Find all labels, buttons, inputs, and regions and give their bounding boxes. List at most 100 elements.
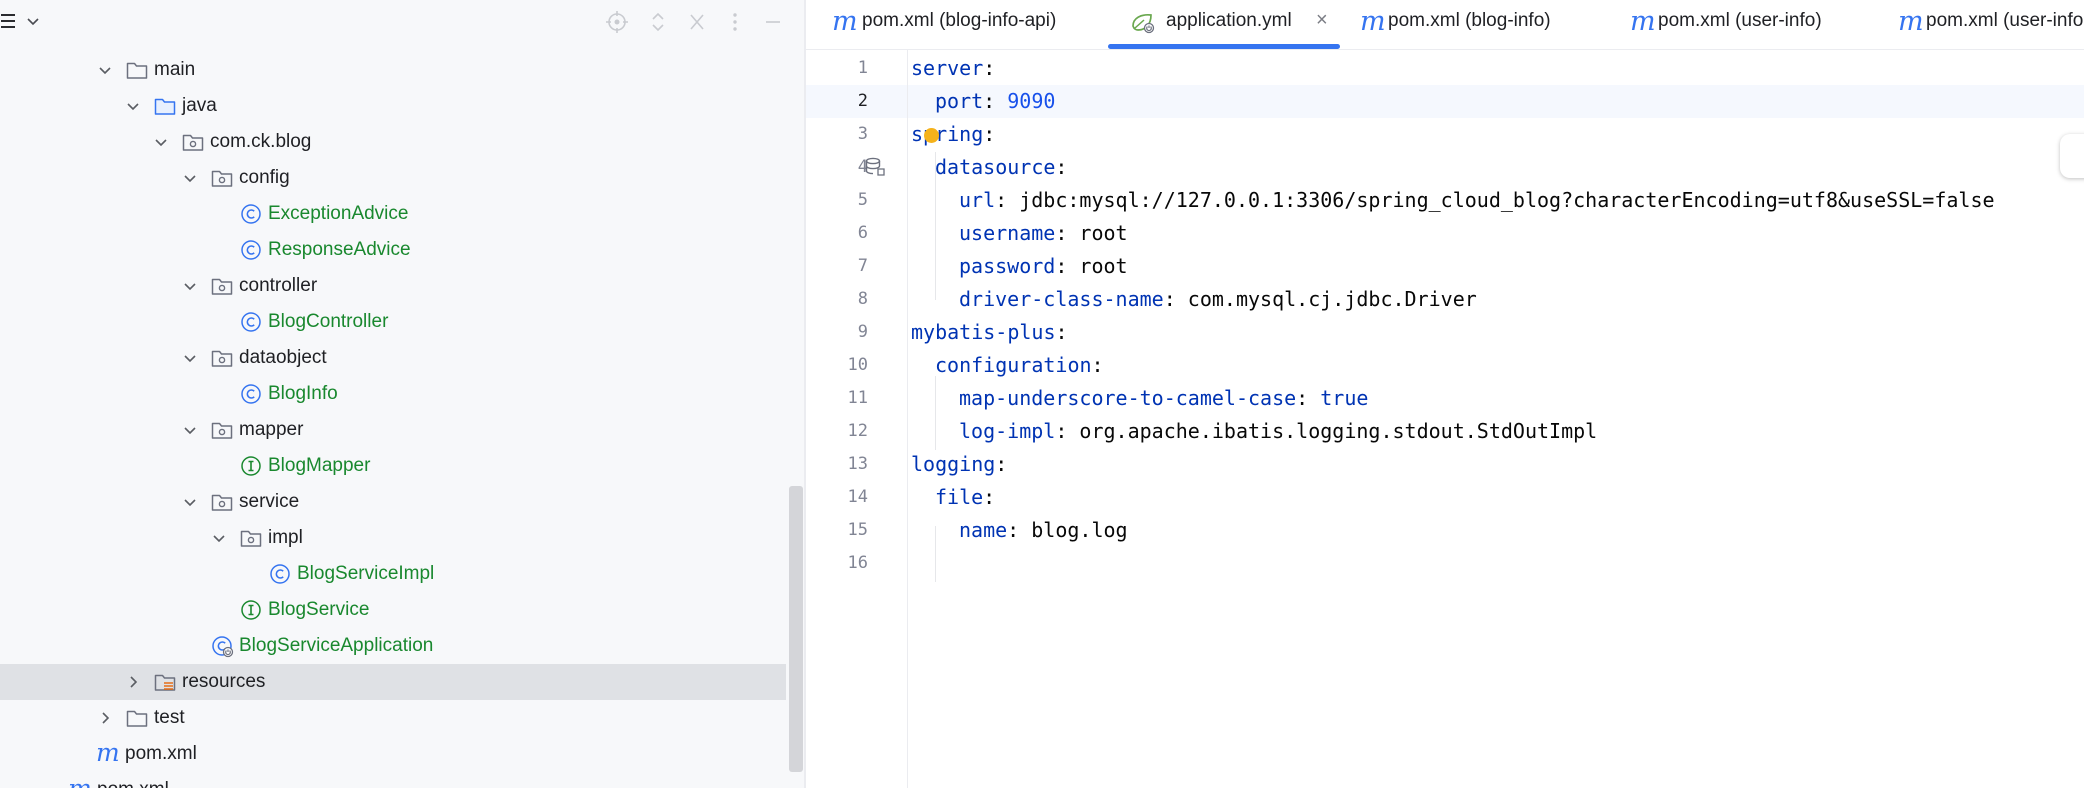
tree-row-java[interactable]: java (0, 88, 786, 124)
chevron-down-icon[interactable] (24, 12, 42, 30)
chevron-down-icon[interactable] (152, 133, 170, 151)
code-line[interactable]: port: 9090 (935, 88, 1055, 114)
project-view-icon[interactable] (0, 13, 16, 30)
tree-row-mapper[interactable]: mapper (0, 412, 786, 448)
tree-row-blogserviceimpl[interactable]: BlogServiceImpl (0, 556, 786, 592)
yaml-key: url (959, 188, 996, 212)
tree-row-main[interactable]: main (0, 52, 786, 88)
tree-row-pom-xml[interactable]: m pom.xml (0, 736, 786, 772)
line-number: 10 (847, 355, 868, 375)
code-line[interactable]: datasource: (935, 154, 1067, 180)
code-line[interactable]: file: (935, 484, 995, 510)
class-icon (239, 238, 263, 262)
tree-row-config[interactable]: config (0, 160, 786, 196)
yaml-key: spring (911, 122, 984, 146)
class-icon (268, 562, 292, 586)
tree-row-blogmapper[interactable]: BlogMapper (0, 448, 786, 484)
expand-all-icon[interactable] (645, 9, 671, 35)
tab-pom-user-info-2[interactable]: m pom.xml (user-info (1890, 0, 2084, 50)
code-line[interactable]: configuration: (935, 352, 1104, 378)
code-line[interactable]: map-underscore-to-camel-case: true (959, 385, 1368, 411)
line-number: 9 (857, 322, 868, 342)
package-icon (239, 526, 263, 550)
tree-row-test[interactable]: test (0, 700, 786, 736)
tree-row-bloginfo[interactable]: BlogInfo (0, 376, 786, 412)
active-tab-indicator (1108, 44, 1340, 49)
tab-pom-blog-info-api[interactable]: m pom.xml (blog-info-api) (824, 0, 1094, 50)
tree-item-label: BlogController (268, 311, 389, 332)
line-number: 16 (847, 553, 868, 573)
locate-file-icon[interactable] (604, 9, 630, 35)
maven-file-icon: m (1898, 6, 1924, 37)
chevron-down-icon[interactable] (181, 493, 199, 511)
chevron-down-icon[interactable] (181, 421, 199, 439)
code-line[interactable]: driver-class-name: com.mysql.cj.jdbc.Dri… (959, 286, 1477, 312)
intention-bulb-icon[interactable] (924, 128, 939, 143)
chevron-down-icon[interactable] (181, 349, 199, 367)
yaml-separator: : (1091, 353, 1104, 377)
code-line[interactable]: server: (911, 55, 995, 81)
chevron-down-icon[interactable] (181, 169, 199, 187)
tree-row-pom-xml-root[interactable]: m pom.xml (0, 772, 786, 788)
tree-row-impl[interactable]: impl (0, 520, 786, 556)
tree-row-blogcontroller[interactable]: BlogController (0, 304, 786, 340)
code-line[interactable]: logging: (911, 451, 1007, 477)
package-icon (210, 490, 234, 514)
chevron-down-icon[interactable] (181, 277, 199, 295)
yaml-key: port (935, 89, 984, 113)
line-number: 5 (857, 190, 868, 210)
tree-row-blogserviceapplication[interactable]: BlogServiceApplication (0, 628, 786, 664)
yaml-separator: : (1007, 518, 1032, 542)
tab-pom-blog-info[interactable]: m pom.xml (blog-info) (1354, 0, 1594, 50)
package-icon (210, 166, 234, 190)
minimize-icon[interactable] (760, 9, 786, 35)
tree-row-dataobject[interactable]: dataobject (0, 340, 786, 376)
yaml-separator: : (983, 89, 1008, 113)
more-options-icon[interactable] (722, 9, 748, 35)
code-line[interactable]: url: jdbc:mysql://127.0.0.1:3306/spring_… (959, 187, 1995, 213)
yaml-separator: : (1055, 419, 1080, 443)
tree-row-service[interactable]: service (0, 484, 786, 520)
tree-row-responseadvice[interactable]: ResponseAdvice (0, 232, 786, 268)
tree-row-com-ck-blog[interactable]: com.ck.blog (0, 124, 786, 160)
code-line[interactable]: password: root (959, 253, 1128, 279)
yaml-key: logging (911, 452, 996, 476)
collapse-all-icon[interactable] (684, 9, 710, 35)
line-number: 12 (847, 421, 868, 441)
maven-file-icon: m (1360, 6, 1386, 37)
project-scrollbar[interactable] (789, 486, 803, 772)
tree-row-controller[interactable]: controller (0, 268, 786, 304)
code-line[interactable]: log-impl: org.apache.ibatis.logging.stdo… (959, 418, 1597, 444)
chevron-down-icon[interactable] (124, 97, 142, 115)
yaml-separator: : (995, 188, 1020, 212)
tree-item-label: ResponseAdvice (268, 239, 411, 260)
tab-pom-user-info[interactable]: m pom.xml (user-info) (1622, 0, 1862, 50)
line-number: 8 (857, 289, 868, 309)
close-tab-icon[interactable]: × (1316, 9, 1328, 31)
tree-item-label: BlogMapper (268, 455, 371, 476)
tree-item-label: impl (268, 527, 303, 548)
tab-application-yml[interactable]: application.yml × (1124, 0, 1344, 50)
source-folder-icon (153, 94, 177, 118)
code-line[interactable]: username: root (959, 220, 1128, 246)
chevron-right-icon[interactable] (124, 673, 142, 691)
chevron-down-icon[interactable] (210, 529, 228, 547)
tree-row-resources[interactable]: resources (0, 664, 786, 700)
maven-file-icon: m (832, 6, 858, 37)
yaml-separator: : (1163, 287, 1188, 311)
floating-action-button[interactable] (2060, 134, 2084, 178)
resources-folder-icon (153, 670, 177, 694)
yaml-value: blog.log (1031, 518, 1128, 542)
tree-row-exceptionadvice[interactable]: ExceptionAdvice (0, 196, 786, 232)
chevron-down-icon[interactable] (96, 61, 114, 79)
tree-item-label: pom.xml (125, 743, 197, 764)
tree-item-label: resources (182, 671, 266, 692)
tree-row-blogservice[interactable]: BlogService (0, 592, 786, 628)
yaml-value: com.mysql.cj.jdbc.Driver (1187, 287, 1477, 311)
folder-icon (125, 706, 149, 730)
chevron-right-icon[interactable] (96, 709, 114, 727)
code-line[interactable]: name: blog.log (959, 517, 1128, 543)
database-icon[interactable] (864, 156, 886, 178)
code-line[interactable]: mybatis-plus: (911, 319, 1068, 345)
line-number: 1 (857, 58, 868, 78)
